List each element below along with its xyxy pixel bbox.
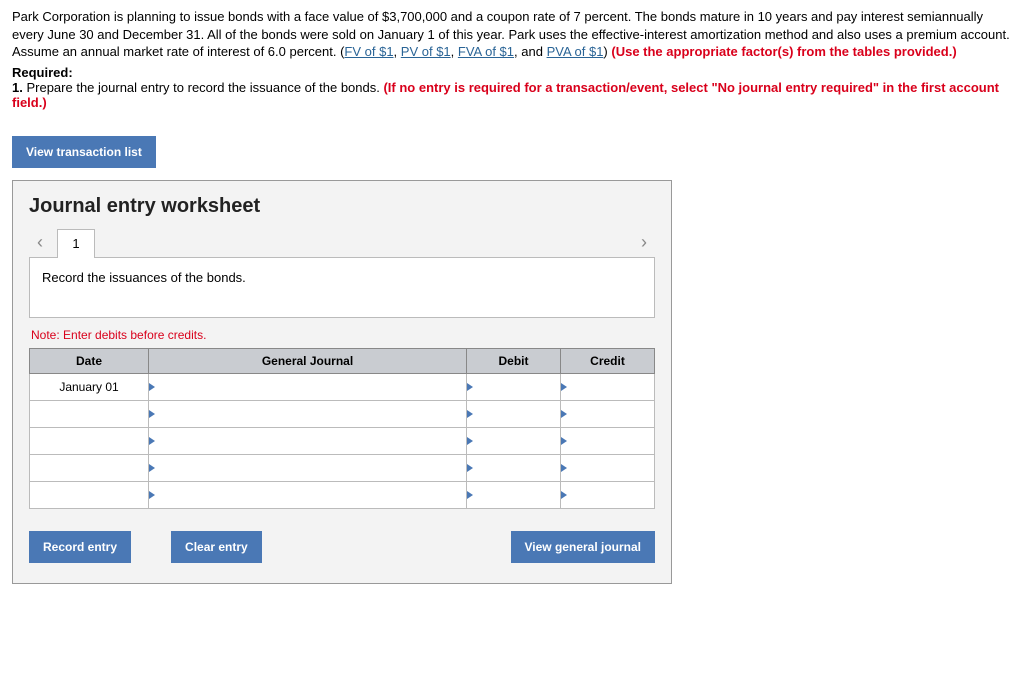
link-fv-of-1[interactable]: FV of $1 (344, 44, 393, 59)
clear-entry-button[interactable]: Clear entry (171, 531, 262, 563)
cell-debit[interactable] (467, 454, 561, 481)
cell-debit[interactable] (467, 400, 561, 427)
cell-credit[interactable] (561, 427, 655, 454)
table-row (30, 481, 655, 508)
link-fva-of-1[interactable]: FVA of $1 (458, 44, 514, 59)
table-row: January 01 (30, 373, 655, 400)
chevron-right-icon[interactable]: › (633, 232, 655, 253)
cell-date[interactable] (30, 427, 149, 454)
chevron-left-icon[interactable]: ‹ (29, 232, 51, 253)
step-tab-1[interactable]: 1 (57, 229, 95, 258)
link-pva-of-1[interactable]: PVA of $1 (547, 44, 604, 59)
table-row (30, 427, 655, 454)
col-header-date: Date (30, 348, 149, 373)
col-header-general-journal: General Journal (149, 348, 467, 373)
table-row (30, 454, 655, 481)
col-header-credit: Credit (561, 348, 655, 373)
view-general-journal-button[interactable]: View general journal (511, 531, 655, 563)
worksheet-title: Journal entry worksheet (29, 195, 655, 218)
cell-credit[interactable] (561, 454, 655, 481)
problem-statement: Park Corporation is planning to issue bo… (12, 8, 1012, 61)
cell-general-journal[interactable] (149, 400, 467, 427)
cell-credit[interactable] (561, 481, 655, 508)
table-row (30, 400, 655, 427)
cell-general-journal[interactable] (149, 427, 467, 454)
cell-date[interactable]: January 01 (30, 373, 149, 400)
required-label: Required: (12, 65, 1012, 80)
cell-credit[interactable] (561, 373, 655, 400)
cell-debit[interactable] (467, 481, 561, 508)
cell-date[interactable] (30, 400, 149, 427)
cell-date[interactable] (30, 481, 149, 508)
col-header-debit: Debit (467, 348, 561, 373)
journal-table: Date General Journal Debit Credit Januar… (29, 348, 655, 509)
factor-hint: (Use the appropriate factor(s) from the … (611, 44, 956, 59)
cell-credit[interactable] (561, 400, 655, 427)
cell-general-journal[interactable] (149, 373, 467, 400)
cell-date[interactable] (30, 454, 149, 481)
debits-before-credits-note: Note: Enter debits before credits. (31, 328, 655, 342)
link-pv-of-1[interactable]: PV of $1 (401, 44, 451, 59)
cell-general-journal[interactable] (149, 454, 467, 481)
cell-debit[interactable] (467, 373, 561, 400)
cell-general-journal[interactable] (149, 481, 467, 508)
transaction-instruction: Record the issuances of the bonds. (29, 257, 655, 318)
record-entry-button[interactable]: Record entry (29, 531, 131, 563)
view-transaction-list-button[interactable]: View transaction list (12, 136, 156, 168)
requirement-1: 1. Prepare the journal entry to record t… (12, 80, 1012, 110)
journal-entry-worksheet: Journal entry worksheet ‹ 1 › Record the… (12, 180, 672, 584)
cell-debit[interactable] (467, 427, 561, 454)
